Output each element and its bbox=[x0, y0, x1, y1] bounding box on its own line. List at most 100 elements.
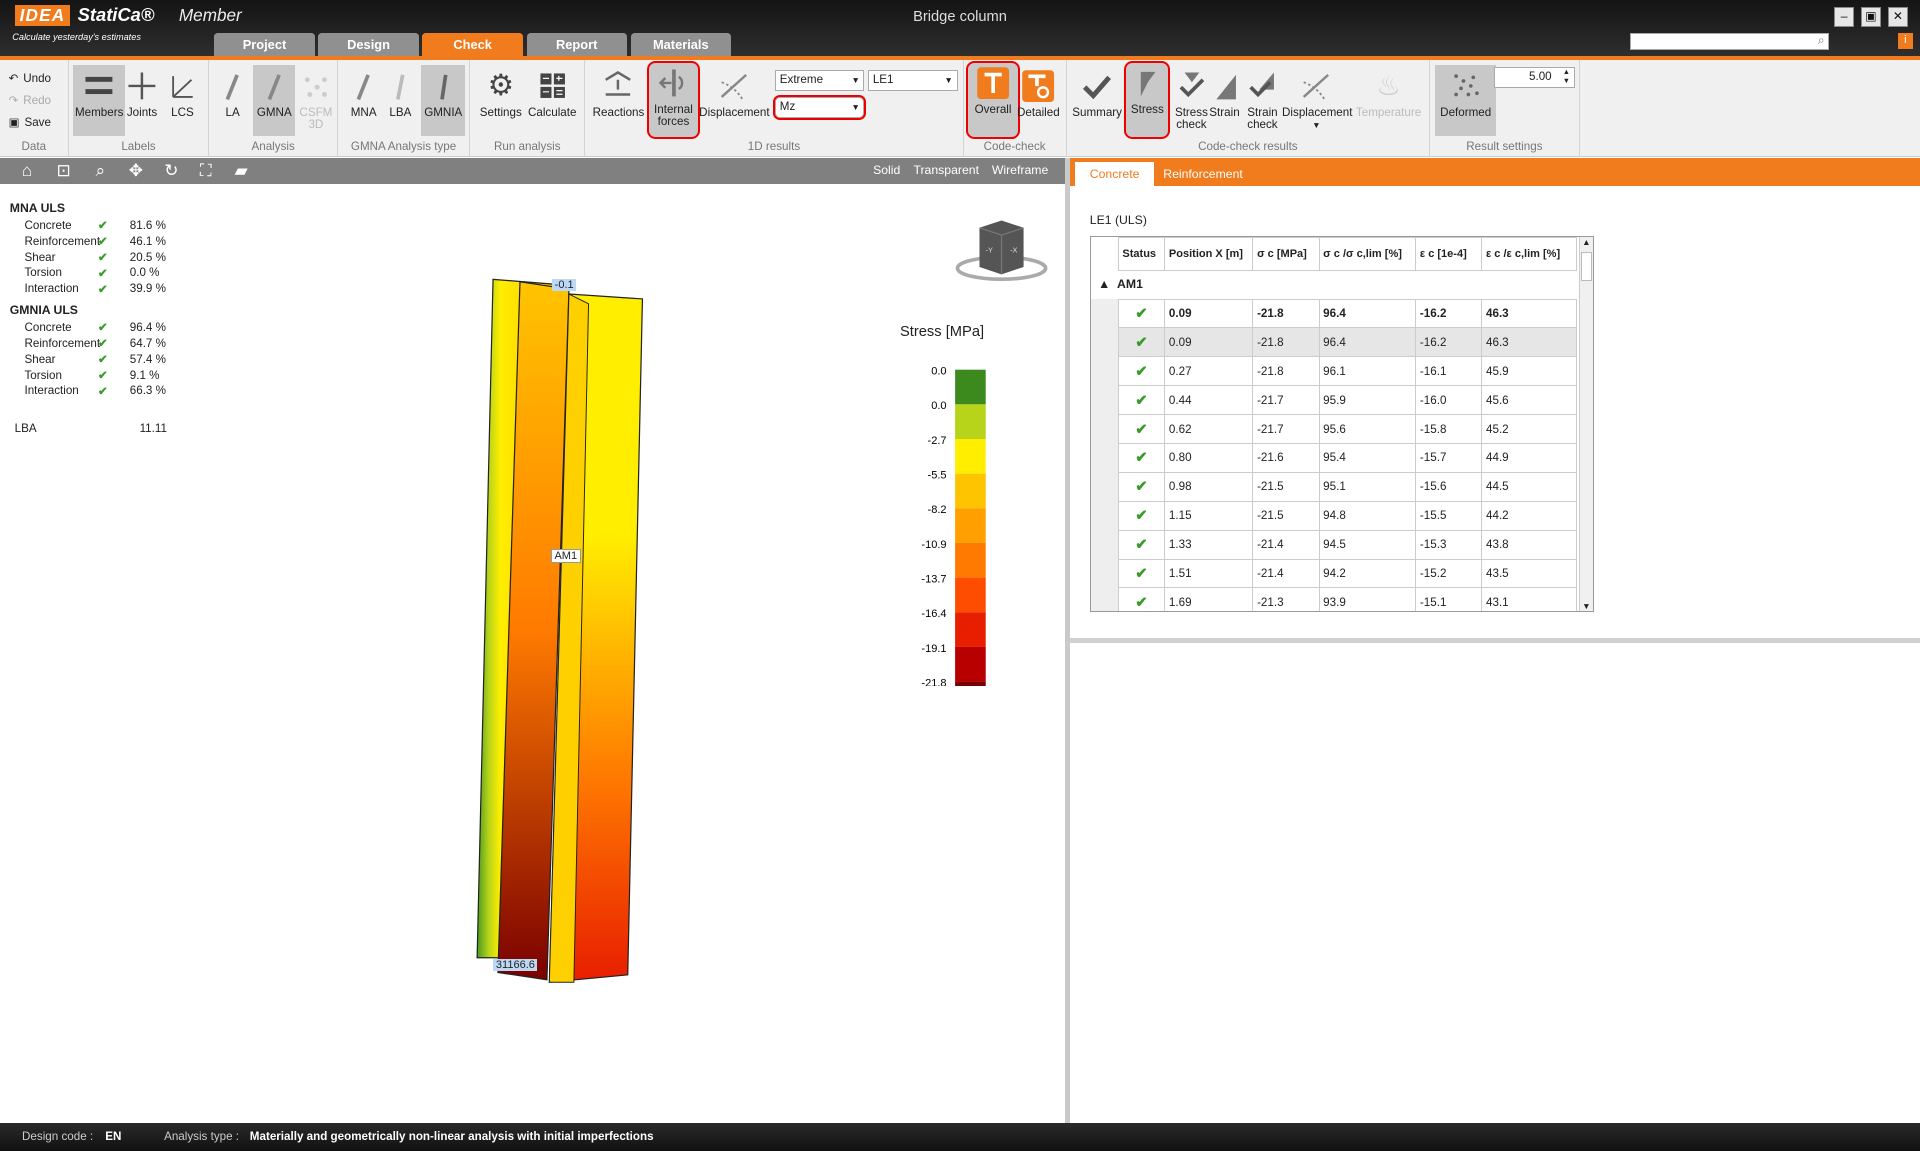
flame-icon: ♨ bbox=[1376, 70, 1401, 101]
legend-tick-label: -19.1 bbox=[921, 643, 946, 655]
legend-color-band bbox=[955, 439, 986, 474]
redo-button[interactable]: ↷ Redo bbox=[9, 93, 51, 108]
horizontal-splitter[interactable] bbox=[1070, 637, 1920, 643]
result-row: Shear ✔ 20.5 % bbox=[24, 250, 166, 265]
table-row[interactable]: ✔ 1.33 -21.4 94.5 -15.3 43.8 bbox=[1117, 529, 1577, 560]
lba-button[interactable]: LBA bbox=[382, 65, 419, 136]
table-caption: LE1 (ULS) bbox=[1089, 213, 1147, 228]
gear-icon: ⚙ bbox=[487, 68, 514, 102]
mna-button[interactable]: MNA bbox=[343, 65, 385, 136]
tab-concrete[interactable]: Concrete bbox=[1075, 161, 1155, 187]
chevron-down-icon: ▼ bbox=[944, 74, 953, 85]
view-wireframe[interactable]: Wireframe bbox=[992, 163, 1048, 177]
table-row[interactable]: ✔ 0.09 -21.8 96.4 -16.2 46.3 bbox=[1117, 298, 1577, 329]
tab-project[interactable]: Project bbox=[214, 33, 315, 57]
zoom-icon[interactable]: ⌕ bbox=[88, 160, 112, 181]
tab-check[interactable]: Check bbox=[422, 33, 523, 57]
check-icon: ✔ bbox=[1117, 414, 1166, 444]
table-row[interactable]: ✔ 0.27 -21.8 96.1 -16.1 45.9 bbox=[1117, 356, 1577, 387]
internal-forces-button[interactable]: Internal forces bbox=[646, 61, 700, 140]
table-row[interactable]: ✔ 0.44 -21.7 95.9 -16.0 45.6 bbox=[1117, 385, 1577, 416]
design-code-label: Design code : bbox=[22, 1129, 94, 1143]
displacement-check-button[interactable]: Displacement ▼ bbox=[1282, 65, 1352, 136]
legend-tick-label: -21.8 bbox=[921, 678, 946, 686]
check-icon: ✔ bbox=[1117, 500, 1166, 531]
view-solid[interactable]: Solid bbox=[873, 163, 900, 177]
close-button[interactable]: ✕ bbox=[1888, 7, 1908, 27]
table-row[interactable]: ✔ 0.80 -21.6 95.4 -15.7 44.9 bbox=[1117, 442, 1577, 473]
check-icon: ✔ bbox=[97, 353, 108, 367]
rotate-icon[interactable]: ↻ bbox=[159, 160, 183, 181]
search-input[interactable]: ⌕ bbox=[1629, 33, 1830, 51]
vertical-scrollbar[interactable]: ▲ ▼ bbox=[1578, 237, 1594, 611]
component-select[interactable]: Mz ▼ bbox=[773, 94, 867, 120]
view-transparent[interactable]: Transparent bbox=[913, 163, 979, 177]
result-row: Interaction ✔ 39.9 % bbox=[24, 282, 166, 296]
la-button[interactable]: LA bbox=[212, 65, 254, 136]
col-strain[interactable]: ε c [1e-4] bbox=[1415, 237, 1483, 272]
design-code-value: EN bbox=[105, 1129, 122, 1143]
col-stress[interactable]: σ c [MPa] bbox=[1252, 237, 1320, 272]
tab-design[interactable]: Design bbox=[318, 33, 419, 57]
strain-check-button[interactable]: Strain check bbox=[1242, 65, 1284, 136]
undo-button[interactable]: ↶ Undo bbox=[9, 71, 51, 86]
check-icon: ✔ bbox=[1117, 529, 1166, 560]
legend-color-band bbox=[955, 473, 986, 509]
member-icon bbox=[253, 67, 295, 104]
table-row[interactable]: ✔ 0.09 -21.8 96.4 -16.2 46.3 bbox=[1117, 327, 1577, 358]
zoom-window-icon[interactable]: ⊡ bbox=[51, 160, 75, 181]
home-icon[interactable]: ⌂ bbox=[15, 160, 39, 181]
members-button[interactable]: Members bbox=[73, 64, 125, 136]
eraser-icon[interactable]: ▰ bbox=[229, 160, 253, 181]
summary-button[interactable]: Summary bbox=[1071, 65, 1122, 136]
minimize-button[interactable]: – bbox=[1834, 7, 1854, 27]
csfm-3d-button[interactable]: CSFM 3D bbox=[295, 65, 337, 136]
calculate-button[interactable]: Calculate bbox=[527, 65, 578, 136]
col-strain-ratio[interactable]: ε c /ε c,lim [%] bbox=[1481, 237, 1577, 272]
deformation-scale-stepper[interactable]: 5.00 ▲ ▼ bbox=[1493, 67, 1575, 89]
table-row[interactable]: ✔ 1.69 -21.3 93.9 -15.1 43.1 bbox=[1117, 587, 1577, 612]
deformed-button[interactable]: Deformed bbox=[1435, 64, 1497, 136]
col-stress-ratio[interactable]: σ c /σ c,lim [%] bbox=[1318, 237, 1417, 272]
col-status[interactable]: Status bbox=[1117, 237, 1166, 272]
load-case-select[interactable]: LE1 ▼ bbox=[868, 69, 958, 91]
lcs-button[interactable]: LCS bbox=[162, 65, 204, 136]
analysis-type-label: Analysis type : bbox=[164, 1129, 240, 1143]
maximize-button[interactable]: ▣ bbox=[1861, 7, 1881, 27]
pan-icon[interactable]: ✥ bbox=[124, 160, 148, 181]
strain-check-icon bbox=[1242, 67, 1284, 104]
view-cube[interactable]: -Y -X bbox=[955, 218, 1053, 287]
strain-button[interactable]: Strain bbox=[1204, 65, 1246, 136]
extreme-select[interactable]: Extreme ▼ bbox=[775, 69, 865, 91]
table-row[interactable]: ✔ 1.51 -21.4 94.2 -15.2 43.5 bbox=[1117, 558, 1577, 589]
member-icon bbox=[343, 67, 385, 104]
member-label: AM1 bbox=[551, 548, 581, 563]
displacement-1d-button[interactable]: Displacement bbox=[699, 65, 770, 136]
stress-button[interactable]: Stress bbox=[1124, 61, 1171, 140]
detailed-button[interactable]: Detailed bbox=[1013, 65, 1064, 136]
save-button[interactable]: ▣ Save bbox=[8, 115, 51, 130]
tab-materials[interactable]: Materials bbox=[630, 33, 731, 57]
gmnia-button[interactable]: GMNIA bbox=[421, 64, 466, 136]
tab-report[interactable]: Report bbox=[526, 33, 627, 57]
group-row-am1[interactable]: ▲ AM1 bbox=[1091, 270, 1578, 298]
csfm-icon bbox=[295, 67, 337, 104]
table-row[interactable]: ✔ 0.98 -21.5 95.1 -15.6 44.5 bbox=[1117, 471, 1577, 502]
col-position[interactable]: Position X [m] bbox=[1164, 237, 1254, 272]
settings-button[interactable]: ⚙ Settings bbox=[475, 65, 526, 136]
save-icon: ▣ bbox=[8, 116, 20, 130]
legend-title: Stress [MPa] bbox=[900, 324, 985, 341]
min-value-label: 31166.6 bbox=[493, 958, 538, 971]
table-row[interactable]: ✔ 1.15 -21.5 94.8 -15.5 44.2 bbox=[1117, 500, 1577, 531]
joints-button[interactable]: Joints bbox=[121, 65, 163, 136]
fullscreen-icon[interactable]: ⛶ bbox=[193, 160, 217, 181]
overall-button[interactable]: Overall bbox=[966, 61, 1020, 140]
table-row[interactable]: ✔ 0.62 -21.7 95.6 -15.8 45.2 bbox=[1117, 414, 1577, 444]
result-row: Concrete ✔ 96.4 % bbox=[24, 320, 166, 335]
check-icon: ✔ bbox=[1117, 327, 1166, 358]
reactions-button[interactable]: Reactions bbox=[593, 65, 644, 136]
info-icon[interactable]: i bbox=[1897, 33, 1913, 49]
gmna-button[interactable]: GMNA bbox=[253, 64, 296, 136]
tab-reinforcement[interactable]: Reinforcement bbox=[1149, 162, 1258, 186]
temperature-button[interactable]: ♨ Temperature bbox=[1354, 65, 1423, 136]
